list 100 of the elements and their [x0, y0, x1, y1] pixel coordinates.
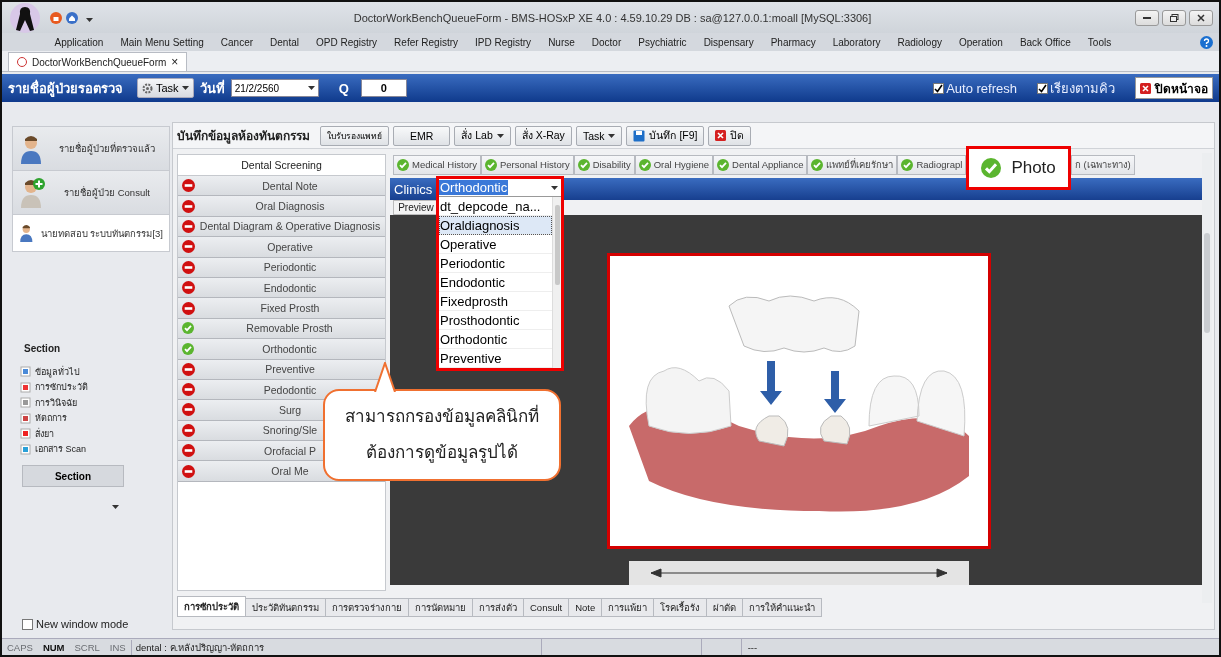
- tab[interactable]: Personal History: [480, 154, 574, 175]
- task-button[interactable]: Task: [137, 78, 194, 98]
- caret-icon: [608, 133, 616, 138]
- close-icon: [715, 130, 727, 141]
- window-title: DoctorWorkBenchQueueForm - BMS-HOSxP XE 4.0 : 4.59.10.29 DB : sa@127.0.0.1:moall [MySQL:3306]: [352, 11, 873, 24]
- lock-icon[interactable]: [50, 11, 62, 24]
- bottom-tab[interactable]: Consult: [523, 598, 570, 617]
- tab[interactable]: Oral Hygiene: [634, 154, 714, 175]
- new-window-mode-checkbox[interactable]: New window mode: [12, 618, 170, 630]
- menu-item[interactable]: Main Menu Setting: [111, 36, 213, 48]
- document-tab[interactable]: DoctorWorkBenchQueueForm ×: [8, 52, 188, 71]
- caret-icon: [86, 17, 93, 22]
- menu-item[interactable]: Dispensary: [695, 36, 763, 48]
- bottom-tab[interactable]: ประวัติทันตกรรม: [245, 598, 326, 617]
- section-button[interactable]: Section: [22, 465, 124, 487]
- section-item[interactable]: การวินิจฉัย: [12, 395, 170, 411]
- screening-item[interactable]: Operative: [178, 237, 385, 258]
- option-checkbox[interactable]: เรียงตามคิว: [1037, 77, 1115, 99]
- toolbar-button[interactable]: ใบรับรองแพทย์: [320, 125, 389, 146]
- menu-item[interactable]: Laboratory: [824, 36, 889, 48]
- dropdown-option[interactable]: Oraldiagnosis: [439, 216, 552, 235]
- bottom-tab[interactable]: การแพ้ยา: [601, 598, 655, 617]
- queue-label: Q: [338, 80, 349, 96]
- screening-item[interactable]: Periodontic: [178, 257, 385, 278]
- menu-item[interactable]: Dental: [261, 36, 308, 48]
- menu-item[interactable]: IPD Registry: [466, 36, 540, 48]
- clinics-dropdown[interactable]: Orthodontic dt_depcode_na... Oraldiagnosis Operative Periodontic Endodontic Fixedprosth Prosthodontic Orthodontic Preventive: [436, 176, 564, 371]
- screening-item[interactable]: Fixed Prosth: [178, 298, 385, 319]
- menu-item[interactable]: OPD Registry: [307, 36, 386, 48]
- checkbox[interactable]: [933, 82, 945, 94]
- bottom-tab[interactable]: การนัดหมาย: [408, 598, 473, 617]
- option-checkbox[interactable]: Auto refresh: [933, 80, 1017, 96]
- patient-list-item[interactable]: รายชื่อผู้ป่วย Consult: [12, 170, 170, 215]
- screening-item[interactable]: Endodontic: [178, 277, 385, 299]
- toolbar-button[interactable]: ปิด: [708, 125, 752, 146]
- section-item[interactable]: เอกสาร Scan: [12, 441, 170, 457]
- restore-button[interactable]: [1162, 9, 1186, 26]
- checkbox[interactable]: [1037, 82, 1048, 94]
- toolbar-button[interactable]: Task: [575, 125, 623, 146]
- tab[interactable]: ก (เฉพาะทาง): [1070, 154, 1135, 175]
- menu-item[interactable]: Psychiatric: [629, 36, 696, 48]
- menu-item[interactable]: Tools: [1079, 36, 1120, 48]
- toolbar-button[interactable]: EMR: [393, 125, 451, 146]
- screening-item[interactable]: Oral Diagnosis: [178, 196, 385, 217]
- preview-tab[interactable]: Preview: [393, 200, 439, 215]
- screening-item[interactable]: Dental Note: [178, 176, 385, 197]
- close-screen-button[interactable]: ปิดหน้าจอ: [1135, 77, 1213, 99]
- tab[interactable]: Disability: [573, 154, 635, 175]
- section-item[interactable]: การซักประวัติ: [12, 379, 170, 395]
- patient-list-item[interactable]: รายชื่อผู้ป่วยที่ตรวจแล้ว: [12, 126, 170, 171]
- add-user-icon: [19, 177, 45, 208]
- bottom-tab[interactable]: โรคเรื้อรัง: [653, 598, 708, 617]
- bottom-tab[interactable]: การซักประวัติ: [177, 596, 246, 617]
- checkbox[interactable]: [22, 618, 33, 630]
- close-tab-button[interactable]: ×: [171, 55, 179, 69]
- menu-item[interactable]: Application: [46, 36, 112, 48]
- section-item[interactable]: ข้อมูลทั่วไป: [12, 364, 170, 380]
- patient-list-item[interactable]: นายทดสอบ ระบบทันตกรรม[3]: [12, 214, 170, 252]
- close-button[interactable]: [1189, 9, 1213, 26]
- menu-item[interactable]: Back Office: [1011, 36, 1080, 48]
- status-indicator: CAPS: [6, 641, 34, 653]
- screening-item[interactable]: Removable Prosth: [178, 318, 385, 340]
- tab[interactable]: Radiograpl: [897, 154, 967, 175]
- menu-item[interactable]: Doctor: [583, 36, 630, 48]
- photo-tab[interactable]: Photo: [966, 145, 1071, 190]
- tab[interactable]: Medical History: [393, 154, 481, 175]
- bottom-tab[interactable]: การให้คำแนะนำ: [742, 598, 823, 617]
- menu-item[interactable]: Pharmacy: [762, 36, 825, 48]
- section-item[interactable]: หัตถการ: [12, 410, 170, 426]
- menu-item[interactable]: Cancer: [212, 36, 262, 48]
- caret-icon: [551, 185, 558, 190]
- tab[interactable]: แพทย์ที่เคยรักษา: [807, 154, 898, 175]
- status-indicator: NUM: [41, 641, 66, 653]
- home-icon[interactable]: [66, 11, 78, 24]
- status-text: dental : ค.หลังปริญญา-หัตถการ: [130, 639, 541, 655]
- tab[interactable]: Dental Appliance: [713, 154, 808, 175]
- minimize-button[interactable]: [1135, 9, 1159, 26]
- bottom-tab[interactable]: ผ่าตัด: [706, 598, 744, 617]
- section-item[interactable]: สั่งยา: [12, 426, 170, 442]
- screening-item[interactable]: Dental Diagram & Operative Diagnosis: [178, 216, 385, 238]
- bottom-tab[interactable]: การตรวจร่างกาย: [325, 598, 409, 617]
- clinics-combo[interactable]: Orthodontic: [439, 179, 561, 196]
- close-icon: [1140, 82, 1151, 94]
- toolbar-button[interactable]: สั่ง Lab: [454, 125, 511, 146]
- help-icon[interactable]: [1200, 35, 1213, 49]
- date-field[interactable]: 21/2/2560: [230, 79, 319, 97]
- menu-item[interactable]: Nurse: [539, 36, 584, 48]
- menu-item[interactable]: Radiology: [889, 36, 951, 48]
- menu-item[interactable]: Refer Registry: [385, 36, 467, 48]
- bottom-tab[interactable]: Note: [568, 598, 603, 617]
- queue-number-field[interactable]: 0: [360, 79, 407, 97]
- caret-icon: [181, 86, 189, 90]
- bottom-tab[interactable]: การส่งตัว: [472, 598, 524, 617]
- screening-item[interactable]: Orthodontic: [178, 339, 385, 360]
- ribbon-logo-icon[interactable]: [8, 2, 42, 33]
- section-icon: [20, 443, 31, 455]
- toolbar-button[interactable]: สั่ง X-Ray: [514, 125, 572, 146]
- menu-item[interactable]: Operation: [950, 36, 1012, 48]
- toolbar-button[interactable]: บันทึก [F9]: [626, 125, 705, 146]
- minimize-icon: [1143, 16, 1151, 19]
